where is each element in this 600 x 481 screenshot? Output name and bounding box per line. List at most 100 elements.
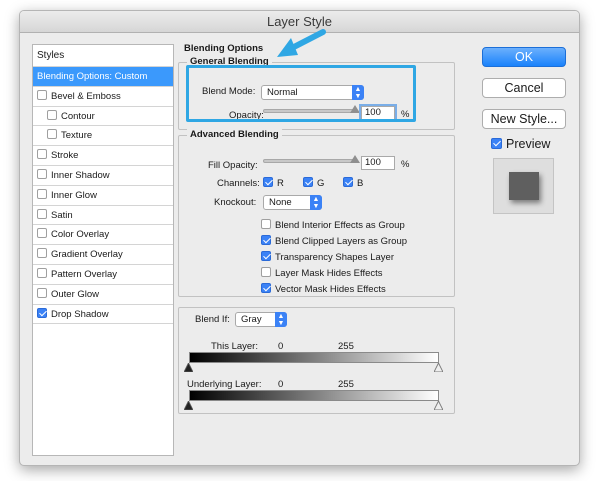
advanced-option-label: Vector Mask Hides Effects xyxy=(275,284,386,295)
cancel-button[interactable]: Cancel xyxy=(482,78,566,98)
chevron-updown-icon: ▲ ▼ xyxy=(275,312,287,327)
annotation-highlight-box xyxy=(186,65,416,122)
sidebar-item[interactable]: Gradient Overlay xyxy=(33,245,173,265)
channels-row: RGB xyxy=(263,177,393,191)
this-layer-white-slider[interactable] xyxy=(434,363,443,372)
ok-button[interactable]: OK xyxy=(482,47,566,67)
sidebar-item[interactable]: Blending Options: Custom xyxy=(33,67,173,87)
styles-list: Blending Options: Custom Bevel & Emboss Co… xyxy=(33,67,173,325)
channel-checkbox-r[interactable]: R xyxy=(263,177,284,189)
sidebar-item[interactable]: Inner Glow xyxy=(33,186,173,206)
sidebar-item-checkbox[interactable] xyxy=(37,168,47,179)
advanced-option-checkbox[interactable]: Layer Mask Hides Effects xyxy=(261,267,383,279)
fill-opacity-input[interactable]: 100 xyxy=(361,156,395,170)
sidebar-item-checkbox[interactable] xyxy=(47,109,57,120)
advanced-option-label: Transparency Shapes Layer xyxy=(275,252,394,263)
checkmark-icon xyxy=(261,251,271,261)
sidebar-item-checkbox[interactable] xyxy=(37,267,47,278)
underlying-black-slider[interactable] xyxy=(184,401,193,410)
sidebar-item-label: Gradient Overlay xyxy=(51,249,123,261)
channel-checkbox-g[interactable]: G xyxy=(303,177,324,189)
styles-sidebar: Styles Blending Options: Custom Bevel & E… xyxy=(32,44,174,456)
blending-options-title: Blending Options xyxy=(181,43,267,55)
underlying-white-slider[interactable] xyxy=(434,401,443,410)
sidebar-item[interactable]: Drop Shadow xyxy=(33,305,173,325)
underlying-layer-max: 255 xyxy=(338,379,354,390)
fill-opacity-label: Fill Opacity: xyxy=(208,160,258,171)
advanced-option-checkbox[interactable]: Blend Interior Effects as Group xyxy=(261,219,405,231)
sidebar-item-checkbox[interactable] xyxy=(47,129,57,140)
sidebar-item-label: Outer Glow xyxy=(51,288,100,300)
sidebar-item-checkbox[interactable] xyxy=(37,89,47,100)
advanced-option-checkbox[interactable]: Vector Mask Hides Effects xyxy=(261,283,386,295)
blend-if-group: Blend If: Gray ▲ ▼ This Layer: 0 255 Unde… xyxy=(178,307,455,414)
sidebar-item-checkbox[interactable] xyxy=(37,248,47,259)
knockout-label: Knockout: xyxy=(214,197,257,208)
this-layer-black-slider[interactable] xyxy=(184,363,193,372)
checkmark-icon xyxy=(261,219,271,229)
blend-if-label: Blend If: xyxy=(195,314,230,325)
sidebar-item[interactable]: Texture xyxy=(33,126,173,147)
sidebar-item-label: Stroke xyxy=(51,150,79,162)
sidebar-item[interactable]: Bevel & Emboss xyxy=(33,87,173,107)
sidebar-item-label: Inner Shadow xyxy=(51,169,110,181)
advanced-option-checkbox[interactable]: Transparency Shapes Layer xyxy=(261,251,394,263)
sidebar-item[interactable]: Outer Glow xyxy=(33,285,173,305)
channel-label: B xyxy=(357,178,364,189)
this-layer-label: This Layer: xyxy=(211,341,258,352)
sidebar-item[interactable]: Stroke xyxy=(33,146,173,166)
preview-swatch-square xyxy=(509,172,539,200)
checkmark-icon xyxy=(263,177,273,187)
advanced-options-list: Blend Interior Effects as Group Blend Cli… xyxy=(261,219,451,299)
preview-label: Preview xyxy=(506,137,551,151)
fill-opacity-slider[interactable] xyxy=(263,159,357,163)
sidebar-item-checkbox[interactable] xyxy=(37,287,47,298)
sidebar-item-checkbox[interactable] xyxy=(37,149,47,160)
checkmark-icon xyxy=(261,267,271,277)
knockout-select[interactable]: None ▲ ▼ xyxy=(263,195,322,210)
sidebar-item-checkbox[interactable] xyxy=(37,208,47,219)
new-style-button[interactable]: New Style... xyxy=(482,109,566,129)
fill-opacity-unit: % xyxy=(401,159,410,170)
sidebar-item-checkbox[interactable] xyxy=(37,307,47,318)
sidebar-header: Styles xyxy=(33,45,173,67)
underlying-layer-min: 0 xyxy=(278,379,284,390)
preview-checkbox[interactable]: Preview xyxy=(491,137,550,151)
sidebar-item-label: Blending Options: Custom xyxy=(37,71,148,82)
fill-opacity-slider-thumb[interactable] xyxy=(350,155,360,163)
sidebar-item-label: Color Overlay xyxy=(51,229,110,241)
channel-label: R xyxy=(277,178,284,189)
sidebar-item-label: Pattern Overlay xyxy=(51,268,117,280)
sidebar-item-label: Contour xyxy=(61,110,95,122)
channels-label: Channels: xyxy=(217,178,260,189)
sidebar-item[interactable]: Pattern Overlay xyxy=(33,265,173,285)
sidebar-item[interactable]: Satin xyxy=(33,206,173,226)
sidebar-item-checkbox[interactable] xyxy=(37,228,47,239)
annotation-arrow-icon xyxy=(277,29,326,57)
advanced-option-label: Blend Interior Effects as Group xyxy=(275,220,405,231)
sidebar-item[interactable]: Inner Shadow xyxy=(33,166,173,186)
preview-thumbnail xyxy=(493,158,554,214)
checkmark-icon xyxy=(303,177,313,187)
sidebar-item-label: Satin xyxy=(51,209,73,221)
checkmark-icon xyxy=(261,235,271,245)
knockout-value: None xyxy=(269,197,292,208)
channel-label: G xyxy=(317,178,325,189)
advanced-option-checkbox[interactable]: Blend Clipped Layers as Group xyxy=(261,235,407,247)
underlying-layer-label: Underlying Layer: xyxy=(187,379,262,390)
advanced-option-label: Layer Mask Hides Effects xyxy=(275,268,383,279)
checkmark-icon xyxy=(343,177,353,187)
sidebar-item-checkbox[interactable] xyxy=(37,188,47,199)
sidebar-item-label: Bevel & Emboss xyxy=(51,90,121,102)
checkmark-icon xyxy=(261,283,271,293)
this-layer-max: 255 xyxy=(338,341,354,352)
sidebar-item-label: Inner Glow xyxy=(51,189,97,201)
checkmark-icon xyxy=(491,138,502,149)
blend-if-select[interactable]: Gray ▲ ▼ xyxy=(235,312,287,327)
channel-checkbox-b[interactable]: B xyxy=(343,177,363,189)
sidebar-item[interactable]: Contour xyxy=(33,107,173,127)
sidebar-item-label: Texture xyxy=(61,130,93,142)
advanced-blending-group: Advanced Blending Fill Opacity: 100 % Ch… xyxy=(178,129,455,299)
sidebar-item[interactable]: Color Overlay xyxy=(33,225,173,246)
this-layer-gradient xyxy=(189,352,439,363)
